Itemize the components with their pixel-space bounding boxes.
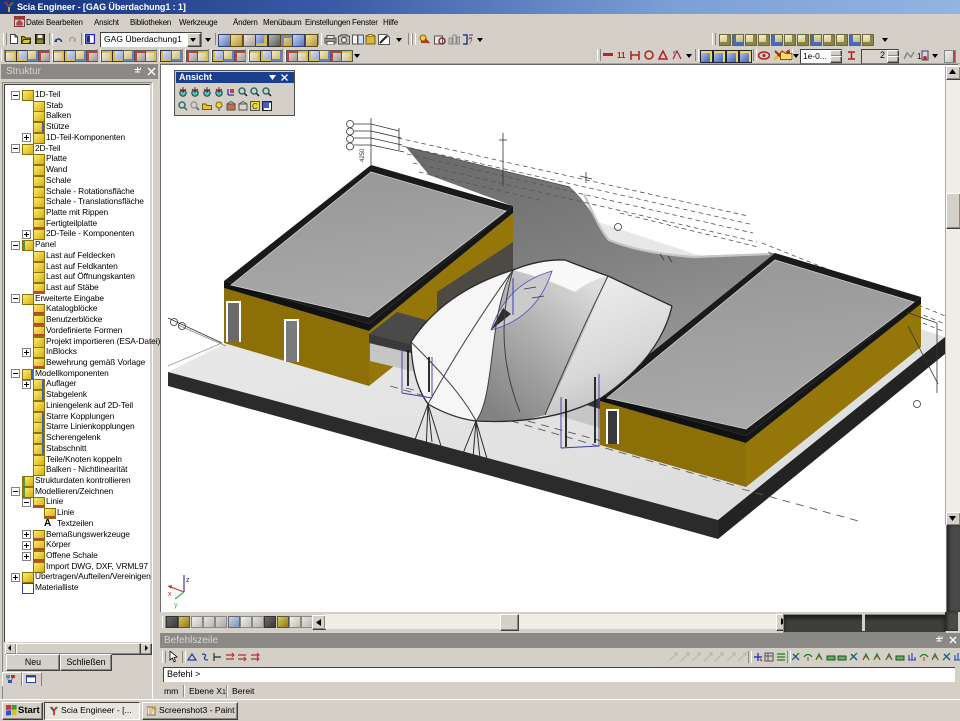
svg-text:z: z	[186, 577, 190, 584]
svg-text:C: C	[252, 102, 258, 111]
svg-text:?: ?	[468, 37, 473, 45]
svg-text:x: x	[168, 591, 172, 598]
svg-text:4250: 4250	[360, 148, 366, 162]
svg-text:1: 1	[917, 52, 922, 61]
svg-text:y: y	[174, 602, 178, 609]
